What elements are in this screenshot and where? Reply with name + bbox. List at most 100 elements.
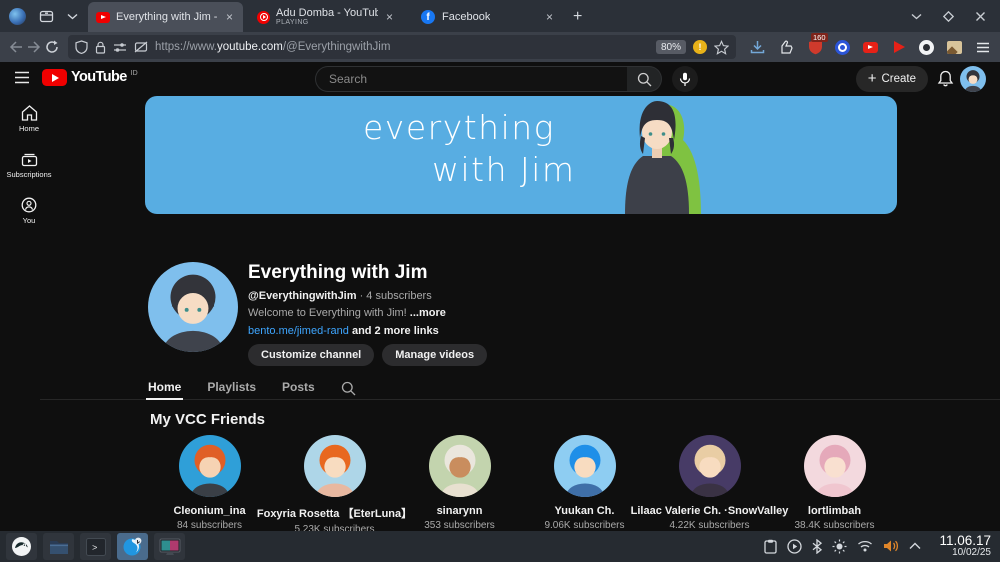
lock-icon[interactable] (95, 41, 106, 54)
friend-channel-card[interactable]: Lilaac Valerie Ch. ·SnowValley 4.22K sub… (631, 435, 788, 531)
guide-menu-icon[interactable] (14, 71, 30, 84)
tab-everything-with-jim[interactable]: Everything with Jim - YouT × (88, 2, 244, 32)
app-launcher-icon[interactable] (6, 533, 37, 560)
clock-date: 10/02/25 (952, 547, 991, 559)
channel-name[interactable]: lortlimbah (808, 505, 861, 517)
voice-search-button[interactable] (672, 66, 698, 92)
account-avatar[interactable] (960, 66, 986, 92)
search-button[interactable] (627, 66, 662, 92)
guide-sidebar: Home Subscriptions You (0, 96, 58, 234)
channel-links[interactable]: bento.me/jimed-rand and 2 more links (248, 325, 439, 337)
firefox-icon[interactable] (9, 7, 26, 25)
channel-name[interactable]: Foxyria Rosetta 【EterLuna】 (257, 505, 412, 521)
tab-facebook[interactable]: f Facebook × (413, 2, 563, 32)
tab-posts[interactable]: Posts (282, 378, 315, 400)
friend-channel-card[interactable]: lortlimbah 38.4K subscribers Subscribed (772, 435, 897, 531)
notification-dot-icon[interactable]: ! (693, 40, 707, 54)
channel-subscribers: 4.22K subscribers (669, 520, 750, 531)
volume-icon[interactable] (883, 539, 899, 553)
back-button[interactable] (8, 35, 24, 59)
round-extension-icon[interactable] (919, 39, 934, 55)
sidebar-item-you[interactable]: You (0, 188, 58, 234)
friend-channel-card[interactable]: Foxyria Rosetta 【EterLuna】 5.23K subscri… (257, 435, 412, 531)
channel-search-icon[interactable] (341, 381, 356, 396)
sidebar-item-subscriptions[interactable]: Subscriptions (0, 142, 58, 188)
zoom-level-badge[interactable]: 80% (655, 40, 686, 54)
minimize-icon[interactable] (911, 13, 922, 20)
new-tab-button[interactable]: + (563, 2, 592, 32)
channel-name[interactable]: Cleonium_ina (173, 505, 245, 517)
downloads-icon[interactable] (748, 38, 766, 56)
media-player-icon[interactable] (787, 539, 802, 554)
channel-subscribers: 84 subscribers (176, 520, 243, 531)
permissions-icon[interactable] (113, 42, 127, 53)
tab-archive-icon[interactable] (39, 9, 54, 24)
adblock-extension-icon[interactable]: 160 (806, 33, 828, 56)
channel-link[interactable]: bento.me/jimed-rand (248, 325, 349, 337)
bookmark-star-icon[interactable] (714, 39, 729, 55)
firefox-taskbar-icon[interactable] (117, 533, 148, 560)
create-button[interactable]: + Create (855, 66, 928, 92)
maximize-icon[interactable] (943, 10, 954, 22)
blue-circle-extension-icon[interactable] (835, 39, 850, 55)
close-tab-icon[interactable]: × (384, 10, 395, 24)
friend-channel-card[interactable]: Yuukan Ch. 9.06K subscribers Subscribed (522, 435, 647, 531)
channel-avatar[interactable] (428, 435, 491, 497)
notifications-bell-icon[interactable] (937, 70, 954, 88)
image-extension-icon[interactable] (945, 38, 963, 56)
tray-expand-chevron-icon[interactable] (909, 542, 921, 550)
bluetooth-icon[interactable] (812, 538, 822, 554)
search-input[interactable] (315, 66, 627, 92)
channel-avatar[interactable] (178, 435, 241, 497)
friend-channel-card[interactable]: Cleonium_ina 84 subscribers Subscribed (147, 435, 272, 531)
tab-home[interactable]: Home (145, 378, 184, 400)
youtube-extension-icon[interactable] (861, 38, 879, 56)
menu-icon[interactable] (974, 38, 992, 56)
youtube-logo[interactable]: YouTube ID (42, 69, 138, 86)
search-bar (315, 66, 662, 92)
forward-button[interactable] (26, 35, 42, 59)
url-text[interactable]: https://www.youtube.com/@EverythingwithJ… (155, 41, 649, 53)
more-links-label[interactable]: and 2 more links (349, 325, 439, 337)
channel-name[interactable]: sinarynn (437, 505, 483, 517)
list-tabs-chevron-icon[interactable] (67, 13, 78, 20)
channel-nav-tabs: Home Playlists Posts (145, 378, 356, 400)
close-tab-icon[interactable]: × (544, 10, 555, 24)
friends-shelf: Cleonium_ina 84 subscribers Subscribed (147, 435, 897, 531)
screenshare-blocked-icon[interactable] (134, 41, 148, 53)
youtube-favicon (96, 11, 110, 23)
reload-button[interactable] (44, 35, 60, 59)
tracking-protection-shield-icon[interactable] (75, 40, 88, 54)
channel-name[interactable]: Yuukan Ch. (555, 505, 615, 517)
video-editor-icon[interactable] (154, 533, 185, 560)
gesture-extension-icon[interactable] (777, 38, 795, 56)
url-bar[interactable]: https://www.youtube.com/@EverythingwithJ… (68, 35, 736, 59)
channel-avatar[interactable] (803, 435, 866, 497)
channel-avatar[interactable] (553, 435, 616, 497)
sidebar-item-home[interactable]: Home (0, 96, 58, 142)
channel-description[interactable]: Welcome to Everything with Jim! ...more (248, 307, 446, 319)
file-manager-icon[interactable] (43, 533, 74, 560)
terminal-icon[interactable]: > (80, 533, 111, 560)
clipboard-icon[interactable] (764, 539, 777, 554)
tab-strip: Everything with Jim - YouT × Adu Domba -… (88, 0, 592, 32)
channel-avatar[interactable] (303, 435, 366, 497)
tab-playlists[interactable]: Playlists (207, 378, 256, 400)
channel-avatar[interactable] (148, 262, 238, 352)
banner-text-line2: with Jim (432, 150, 576, 189)
play-extension-icon[interactable] (890, 38, 908, 56)
close-tab-icon[interactable]: × (224, 10, 235, 24)
tab-adu-domba[interactable]: Adu Domba - YouTube Mus PLAYING × (249, 2, 403, 32)
channel-name[interactable]: Lilaac Valerie Ch. ·SnowValley (631, 505, 789, 517)
friend-channel-card[interactable]: sinarynn 353 subscribers Subscribed (397, 435, 522, 531)
brightness-icon[interactable] (832, 539, 847, 554)
youtube-region-code: ID (130, 70, 138, 77)
wifi-icon[interactable] (857, 540, 873, 552)
customize-channel-button[interactable]: Customize channel (248, 344, 375, 366)
channel-subscriber-count: · 4 subscribers (356, 290, 432, 302)
channel-avatar[interactable] (678, 435, 741, 497)
manage-videos-button[interactable]: Manage videos (382, 344, 488, 366)
more-link[interactable]: ...more (410, 307, 446, 319)
clock[interactable]: 11.06.17 10/02/25 (931, 533, 991, 559)
close-window-icon[interactable] (975, 11, 986, 22)
